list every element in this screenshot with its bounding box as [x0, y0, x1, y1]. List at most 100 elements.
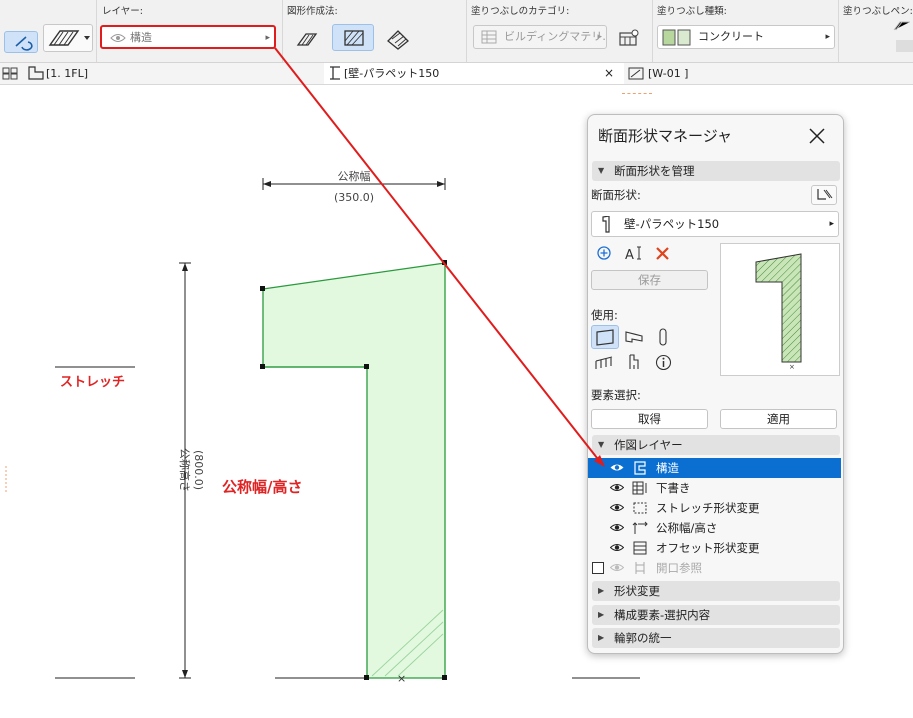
geometry-rotated-button[interactable] — [380, 27, 414, 51]
drawing-layers-section-header[interactable]: ▼ 作図レイヤー — [592, 435, 840, 455]
layer-name: 開口参照 — [656, 561, 702, 575]
layer-row-structure[interactable]: 構造 — [588, 458, 841, 478]
opening-layer-icon — [635, 562, 645, 574]
parapet-profile-shape[interactable] — [262, 262, 446, 679]
chevron-down-icon: ▼ — [598, 166, 605, 175]
profile-preview-shape: × — [755, 253, 802, 371]
tab-profile-label: [壁-パラペット150 — [344, 67, 440, 80]
layer-dropdown-value: 構造 — [130, 31, 152, 44]
railing-usage-icon[interactable] — [594, 353, 614, 371]
chevron-down-icon: ▼ — [598, 440, 605, 449]
polygon-hatch-icon — [296, 33, 318, 46]
geometry-method-label: 図形作成法: — [287, 6, 338, 17]
wall-usage-icon — [596, 329, 614, 346]
add-icon[interactable] — [596, 245, 612, 261]
tab-profile[interactable]: [壁-パラペット150 × — [324, 63, 624, 84]
concrete-swatch-icon — [662, 29, 691, 46]
chevron-right-icon: ▸ — [829, 219, 834, 229]
fill-tool-button[interactable] — [43, 24, 93, 52]
nominal-layer-icon — [632, 521, 648, 534]
layer-row-opening[interactable]: 開口参照 — [588, 558, 841, 578]
draft-layer-icon — [632, 481, 647, 495]
chevron-right-icon: ▶ — [598, 586, 605, 595]
geometry-rectangle-button[interactable] — [332, 24, 374, 51]
eye-icon[interactable] — [610, 483, 624, 492]
rotated-rectangle-icon — [387, 30, 409, 50]
magic-wand-button[interactable] — [4, 31, 38, 53]
layer-name: 公称幅/高さ — [656, 521, 718, 535]
toolbar-divider — [466, 0, 467, 62]
fill-settings-button[interactable] — [617, 28, 641, 50]
apply-button[interactable]: 適用 — [720, 409, 837, 429]
tab-floor-plan-label: [1. 1FL] — [46, 67, 89, 80]
close-icon[interactable]: × — [604, 63, 614, 84]
layer-row-offset[interactable]: オフセット形状変更 — [588, 538, 841, 558]
layer-row-draft[interactable]: 下書き — [588, 478, 841, 498]
eye-icon[interactable] — [610, 543, 624, 552]
chevron-right-icon: ▸ — [825, 32, 830, 42]
geometry-polygon-button[interactable] — [290, 27, 324, 51]
magic-wand-icon — [15, 36, 33, 51]
layer-row-nominal[interactable]: 公称幅/高さ — [588, 518, 841, 538]
nominal-height-value: (800.0) — [192, 450, 205, 490]
profile-dropdown[interactable]: 壁-パラペット150 ▸ — [591, 211, 839, 237]
usage-label: 使用: — [591, 308, 618, 322]
rename-icon[interactable]: A — [624, 245, 644, 261]
close-icon[interactable] — [808, 127, 826, 145]
fill-pen-button[interactable] — [888, 18, 913, 58]
chevron-right-icon: ▸ — [265, 33, 270, 43]
column-usage-icon[interactable] — [656, 327, 670, 347]
hatch-fill-icon — [48, 30, 90, 46]
profile-shape-icon — [602, 216, 610, 233]
fill-category-dropdown[interactable]: ビルディングマテリ… ▸ — [473, 25, 607, 49]
layer-label: レイヤー: — [102, 6, 143, 17]
contour-section-header[interactable]: ▶ 輪郭の統一 — [592, 628, 840, 648]
tab-elevation-label: [W-01 ] — [648, 67, 689, 80]
profile-settings-button[interactable] — [811, 185, 837, 205]
object-usage-icon[interactable] — [626, 353, 642, 371]
profile-dropdown-value: 壁-パラペット150 — [624, 217, 720, 231]
layer-name: 下書き — [656, 481, 691, 495]
eye-icon[interactable] — [610, 463, 624, 472]
eye-icon[interactable] — [610, 503, 624, 512]
fill-type-dropdown[interactable]: コンクリート ▸ — [657, 25, 835, 49]
eye-icon[interactable] — [610, 523, 624, 532]
layer-dropdown[interactable]: 構造 ▸ — [100, 25, 276, 49]
usage-wall-button[interactable] — [591, 325, 619, 349]
layer-name: ストレッチ形状変更 — [656, 501, 760, 515]
floor-plan-icon — [28, 66, 44, 80]
grid-view-icon[interactable] — [2, 67, 18, 80]
layer-name: オフセット形状変更 — [656, 541, 760, 555]
nominal-height-label: 公称高さ — [178, 448, 192, 492]
section-label: 構成要素-選択内容 — [614, 608, 711, 622]
layer-checkbox[interactable] — [592, 562, 604, 574]
info-icon[interactable] — [655, 354, 672, 371]
eye-icon[interactable] — [610, 563, 624, 572]
origin-marker: × — [397, 672, 406, 685]
elevation-icon — [628, 67, 644, 80]
layer-row-stretch[interactable]: ストレッチ形状変更 — [588, 498, 841, 518]
fill-type-value: コンクリート — [698, 30, 764, 43]
components-section-header[interactable]: ▶ 構成要素-選択内容 — [592, 605, 840, 625]
delete-icon[interactable] — [655, 246, 670, 261]
nominal-width-label: 公称幅 — [338, 169, 371, 183]
get-button[interactable]: 取得 — [591, 409, 708, 429]
profile-preview: × — [720, 243, 840, 376]
tab-floor-plan[interactable]: [1. 1FL] — [26, 63, 88, 84]
fill-pen-label: 塗りつぶしペン: — [843, 6, 913, 17]
manage-section-label: 断面形状を管理 — [614, 164, 695, 178]
fill-type-label: 塗りつぶし種類: — [657, 6, 727, 17]
toolbar-divider — [838, 0, 839, 62]
top-toolbar: レイヤー: 構造 ▸ 図形作成法: 塗りつぶしのカテゴリ: ビルディングマテリ…… — [0, 0, 913, 63]
beam-usage-icon[interactable] — [624, 328, 644, 346]
offset-layer-icon — [633, 541, 647, 555]
section-label: 輪郭の統一 — [614, 631, 672, 645]
shape-change-section-header[interactable]: ▶ 形状変更 — [592, 581, 840, 601]
save-button[interactable]: 保存 — [591, 270, 708, 290]
panel-title: 断面形状マネージャ — [598, 127, 732, 145]
chevron-right-icon: ▶ — [598, 633, 605, 642]
tab-elevation[interactable]: [W-01 ] — [628, 63, 688, 84]
toolbar-divider — [652, 0, 653, 62]
manage-section-header[interactable]: ▼ 断面形状を管理 — [592, 161, 840, 181]
fill-settings-icon — [619, 29, 639, 46]
